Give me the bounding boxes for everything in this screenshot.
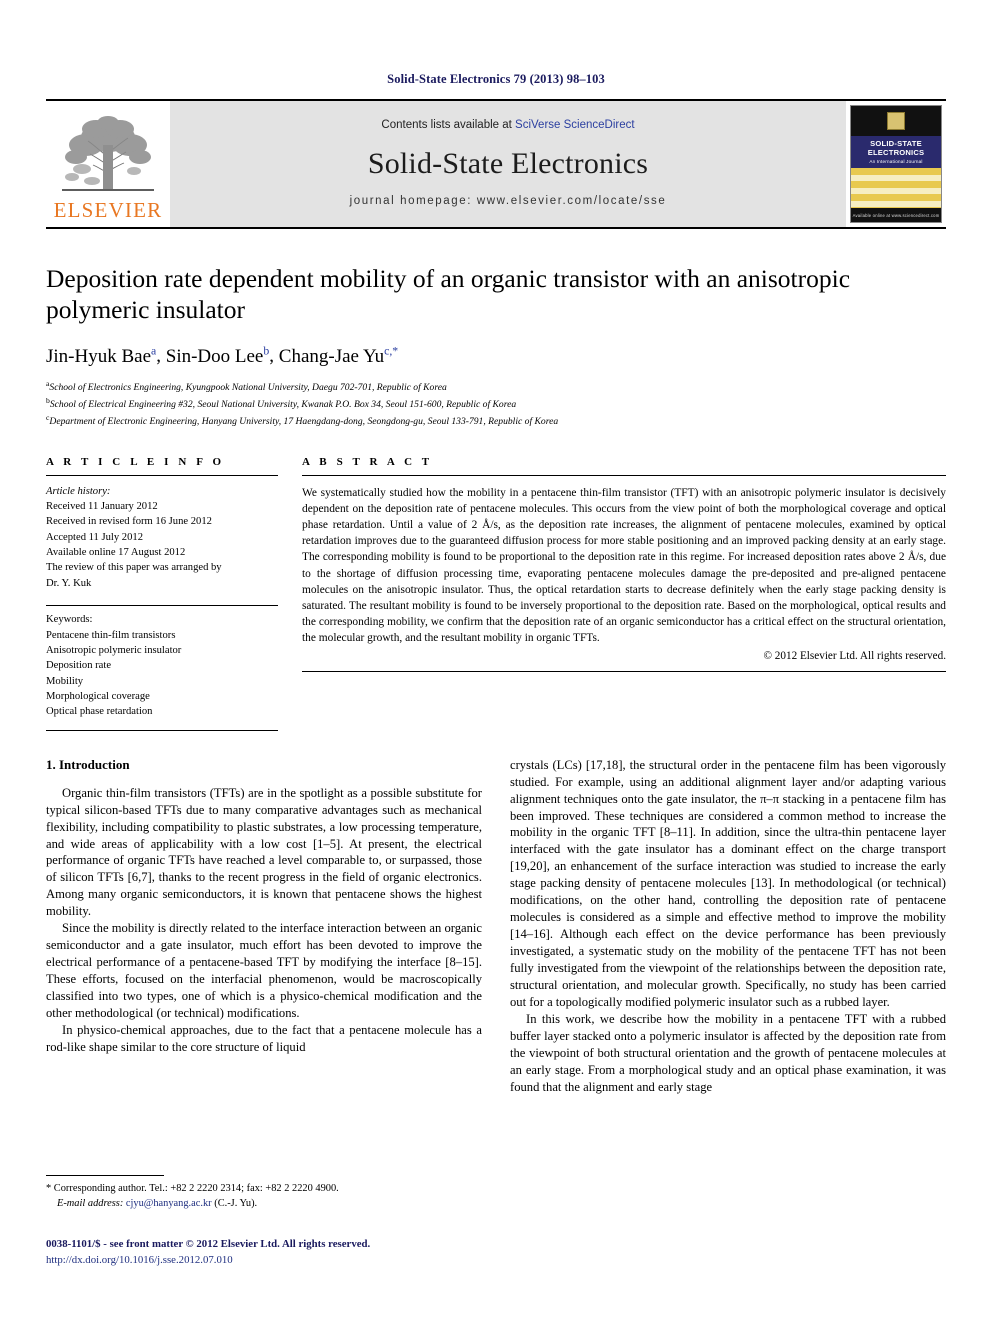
affiliation-text: School of Electrical Engineering #32, Se… [49,399,517,411]
cover-title-line2: ELECTRONICS [867,148,925,157]
cover-stripes-graphic [851,168,941,208]
affiliation-item: bSchool of Electrical Engineering #32, S… [46,395,946,412]
affiliation-text: School of Electronics Engineering, Kyung… [49,381,447,393]
abstract-copyright: © 2012 Elsevier Ltd. All rights reserved… [763,649,947,662]
affiliation-item: aSchool of Electronics Engineering, Kyun… [46,378,946,395]
author-item: Sin-Doo Leeb [165,344,270,367]
abstract-bottom-rule [302,670,946,672]
abstract-column: A B S T R A C T We systematically studie… [302,456,946,731]
paragraph: crystals (LCs) [17,18], the structural o… [510,757,946,1009]
author-name: Jin-Hyuk Bae [46,345,152,367]
keyword-item: Mobility [46,675,84,687]
body-columns: 1. Introduction Organic thin-film transi… [46,757,946,1096]
journal-cover-thumbnail: SOLID-STATE ELECTRONICS An International… [846,101,946,227]
keywords-label: Keywords: [46,614,93,626]
author-name: Chang-Jae Yu [278,345,385,367]
email-label: E-mail address: [57,1198,124,1210]
history-line: Available online 17 August 2012 [46,547,186,559]
journal-masthead: ELSEVIER Contents lists available at Sci… [46,99,946,227]
elsevier-wordmark: ELSEVIER [53,198,163,222]
email-suffix: (C.-J. Yu). [214,1198,258,1210]
history-line: The review of this paper was arranged by [46,562,222,574]
masthead-center: Contents lists available at SciVerse Sci… [170,101,846,227]
body-column-right: crystals (LCs) [17,18], the structural o… [510,757,946,1096]
keyword-item: Optical phase retardation [46,706,153,718]
info-abstract-region: A R T I C L E I N F O Article history: R… [46,456,946,731]
elsevier-logo: ELSEVIER [46,101,170,227]
keyword-item: Pentacene thin-film transistors [46,629,176,641]
page-title: Deposition rate dependent mobility of an… [46,264,851,325]
author-item: Jin-Hyuk Baea [46,344,156,367]
cover-footer-text: Available online at www.sciencedirect.co… [851,208,941,222]
history-line: Received in revised form 16 June 2012 [46,516,212,528]
history-line: Accepted 11 July 2012 [46,531,143,543]
author-affil-mark: c,* [384,344,399,358]
footnote-corresponding-line: * Corresponding author. Tel.: +82 2 2220… [46,1183,339,1194]
abstract-heading: A B S T R A C T [302,455,433,468]
article-info-bottom-rule [46,729,278,731]
author-name: Sin-Doo Lee [165,345,264,367]
affiliation-list: aSchool of Electronics Engineering, Kyun… [46,378,946,430]
sciencedirect-link[interactable]: SciVerse ScienceDirect [515,119,635,131]
body-column-left: 1. Introduction Organic thin-film transi… [46,757,482,1096]
affiliation-item: cDepartment of Electronic Engineering, H… [46,412,946,429]
corresponding-author-footnote: * Corresponding author. Tel.: +82 2 2220… [46,1175,482,1211]
issn-copyright-line: 0038-1101/$ - see front matter © 2012 El… [46,1238,371,1250]
paragraph: Since the mobility is directly related t… [46,921,482,1020]
author-list: Jin-Hyuk Baea, Sin-Doo Leeb, Chang-Jae Y… [46,344,946,367]
cover-title-line1: SOLID-STATE [870,139,922,148]
masthead-bottom-rule [46,227,946,229]
footnote-rule [46,1175,164,1176]
article-history: Article history: Received 11 January 201… [46,476,278,592]
article-info-column: A R T I C L E I N F O Article history: R… [46,456,278,731]
author-separator: , [156,345,166,367]
contents-available-line: Contents lists available at SciVerse Sci… [381,119,634,131]
cover-title-band: SOLID-STATE ELECTRONICS An International… [851,136,941,168]
cover-top-bar [851,106,941,136]
title-block: Deposition rate dependent mobility of an… [46,263,946,430]
keyword-item: Deposition rate [46,660,112,672]
cover-subtitle: An International Journal [869,159,923,164]
abstract-text: We systematically studied how the mobili… [302,486,946,645]
paragraph: In this work, we describe how the mobili… [510,1011,946,1094]
contents-prefix: Contents lists available at [381,119,516,131]
cover-emblem-icon [887,112,905,130]
author-separator: , [269,345,279,367]
affiliation-text: Department of Electronic Engineering, Ha… [49,416,559,428]
running-head: Solid-State Electronics 79 (2013) 98–103 [387,72,605,86]
article-history-label: Article history: [46,485,111,497]
history-line: Received 11 January 2012 [46,501,158,513]
article-info-heading: A R T I C L E I N F O [46,455,225,468]
section-title-introduction: 1. Introduction [46,756,130,772]
keywords-block: Keywords: Pentacene thin-film transistor… [46,606,278,720]
keyword-item: Morphological coverage [46,690,150,702]
doi-link[interactable]: http://dx.doi.org/10.1016/j.sse.2012.07.… [46,1252,606,1268]
paragraph: In physico-chemical approaches, due to t… [46,1022,482,1054]
history-line: Dr. Y. Kuk [46,577,92,589]
journal-title: Solid-State Electronics [367,147,649,180]
email-link[interactable]: cjyu@hanyang.ac.kr [126,1198,212,1209]
author-item: Chang-Jae Yuc,* [278,344,399,367]
keyword-item: Anisotropic polymeric insulator [46,644,182,656]
paragraph: Organic thin-film transistors (TFTs) are… [46,785,482,919]
footnote-email-line: E-mail address: cjyu@hanyang.ac.kr (C.-J… [46,1196,482,1211]
page-footer: 0038-1101/$ - see front matter © 2012 El… [46,1236,606,1268]
paper-page: Solid-State Electronics 79 (2013) 98–103 [0,0,992,1323]
journal-homepage-link[interactable]: journal homepage: www.elsevier.com/locat… [350,195,667,207]
elsevier-tree-icon [62,116,154,191]
